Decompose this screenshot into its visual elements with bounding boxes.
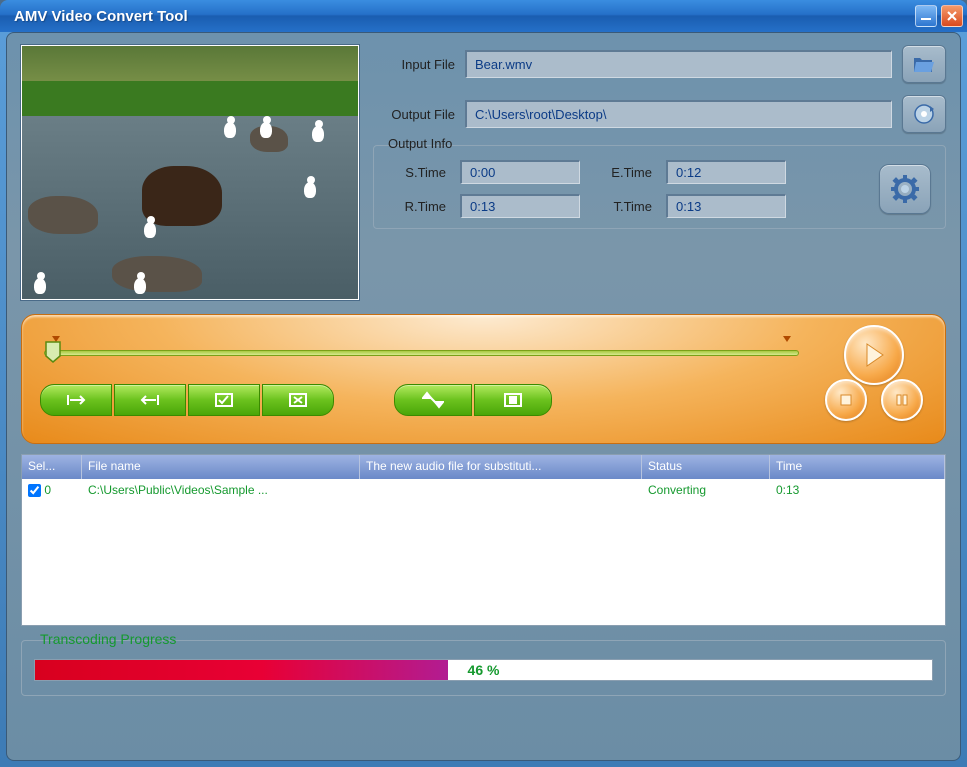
mark-end-button[interactable] — [114, 384, 186, 416]
playback-panel — [21, 314, 946, 444]
progress-legend: Transcoding Progress — [34, 631, 182, 647]
seek-slider[interactable] — [44, 340, 799, 366]
titlebar: AMV Video Convert Tool — [0, 0, 967, 32]
cancel-button[interactable] — [262, 384, 334, 416]
cancel-box-icon — [289, 393, 307, 407]
table-header: Sel... File name The new audio file for … — [22, 455, 945, 479]
convert-arrows-icon — [422, 391, 444, 409]
table-row[interactable]: 0 C:\Users\Public\Videos\Sample ... Conv… — [22, 479, 945, 501]
row-time: 0:13 — [770, 481, 945, 499]
folder-open-icon — [912, 54, 936, 74]
stop-icon — [839, 393, 853, 407]
play-icon — [863, 342, 885, 368]
output-info-legend: Output Info — [384, 136, 456, 151]
stop-box-icon — [504, 393, 522, 407]
input-file-field[interactable]: Bear.wmv — [465, 50, 892, 78]
progress-bar: 46 % — [34, 659, 933, 681]
output-file-label: Output File — [373, 107, 455, 122]
mark-in-icon — [64, 393, 88, 407]
disc-arrow-icon — [912, 102, 936, 126]
browse-output-button[interactable] — [902, 95, 946, 133]
file-table: Sel... File name The new audio file for … — [21, 454, 946, 626]
row-index: 0 — [44, 483, 51, 497]
etime-value: 0:12 — [666, 160, 786, 184]
convert-button[interactable] — [394, 384, 472, 416]
col-time[interactable]: Time — [770, 455, 945, 479]
output-info-fieldset: Output Info S.Time 0:00 E.Time 0:12 R.Ti… — [373, 145, 946, 229]
window-title: AMV Video Convert Tool — [14, 8, 911, 25]
main-panel: Input File Bear.wmv Output File C:\Users… — [6, 32, 961, 761]
row-audio — [360, 488, 642, 492]
row-filename: C:\Users\Public\Videos\Sample ... — [82, 481, 360, 499]
play-controls — [821, 325, 927, 431]
input-file-label: Input File — [373, 57, 455, 72]
progress-fieldset: Transcoding Progress 46 % — [21, 640, 946, 696]
pause-button[interactable] — [881, 379, 923, 421]
end-marker-icon — [783, 336, 791, 342]
outer-frame: Input File Bear.wmv Output File C:\Users… — [0, 32, 967, 767]
output-file-field[interactable]: C:\Users\root\Desktop\ — [465, 100, 892, 128]
pause-icon — [895, 393, 909, 407]
ttime-label: T.Time — [594, 199, 652, 214]
mark-start-button[interactable] — [40, 384, 112, 416]
row-status: Converting — [642, 481, 770, 499]
rtime-label: R.Time — [388, 199, 446, 214]
stime-label: S.Time — [388, 165, 446, 180]
seek-thumb[interactable] — [44, 340, 62, 364]
browse-input-button[interactable] — [902, 45, 946, 83]
video-preview — [21, 45, 359, 300]
stop-convert-button[interactable] — [474, 384, 552, 416]
rtime-value: 0:13 — [460, 194, 580, 218]
stime-value: 0:00 — [460, 160, 580, 184]
col-filename[interactable]: File name — [82, 455, 360, 479]
settings-button[interactable] — [879, 164, 931, 214]
play-button[interactable] — [844, 325, 904, 385]
col-audio[interactable]: The new audio file for substituti... — [360, 455, 642, 479]
ttime-value: 0:13 — [666, 194, 786, 218]
check-button[interactable] — [188, 384, 260, 416]
stop-button[interactable] — [825, 379, 867, 421]
mark-out-icon — [138, 393, 162, 407]
minimize-button[interactable] — [915, 5, 937, 27]
row-checkbox[interactable] — [28, 484, 41, 497]
etime-label: E.Time — [594, 165, 652, 180]
col-status[interactable]: Status — [642, 455, 770, 479]
close-button[interactable] — [941, 5, 963, 27]
gear-icon — [890, 174, 920, 204]
checkbox-icon — [215, 393, 233, 407]
col-sel[interactable]: Sel... — [22, 455, 82, 479]
progress-text: 46 % — [35, 660, 932, 680]
